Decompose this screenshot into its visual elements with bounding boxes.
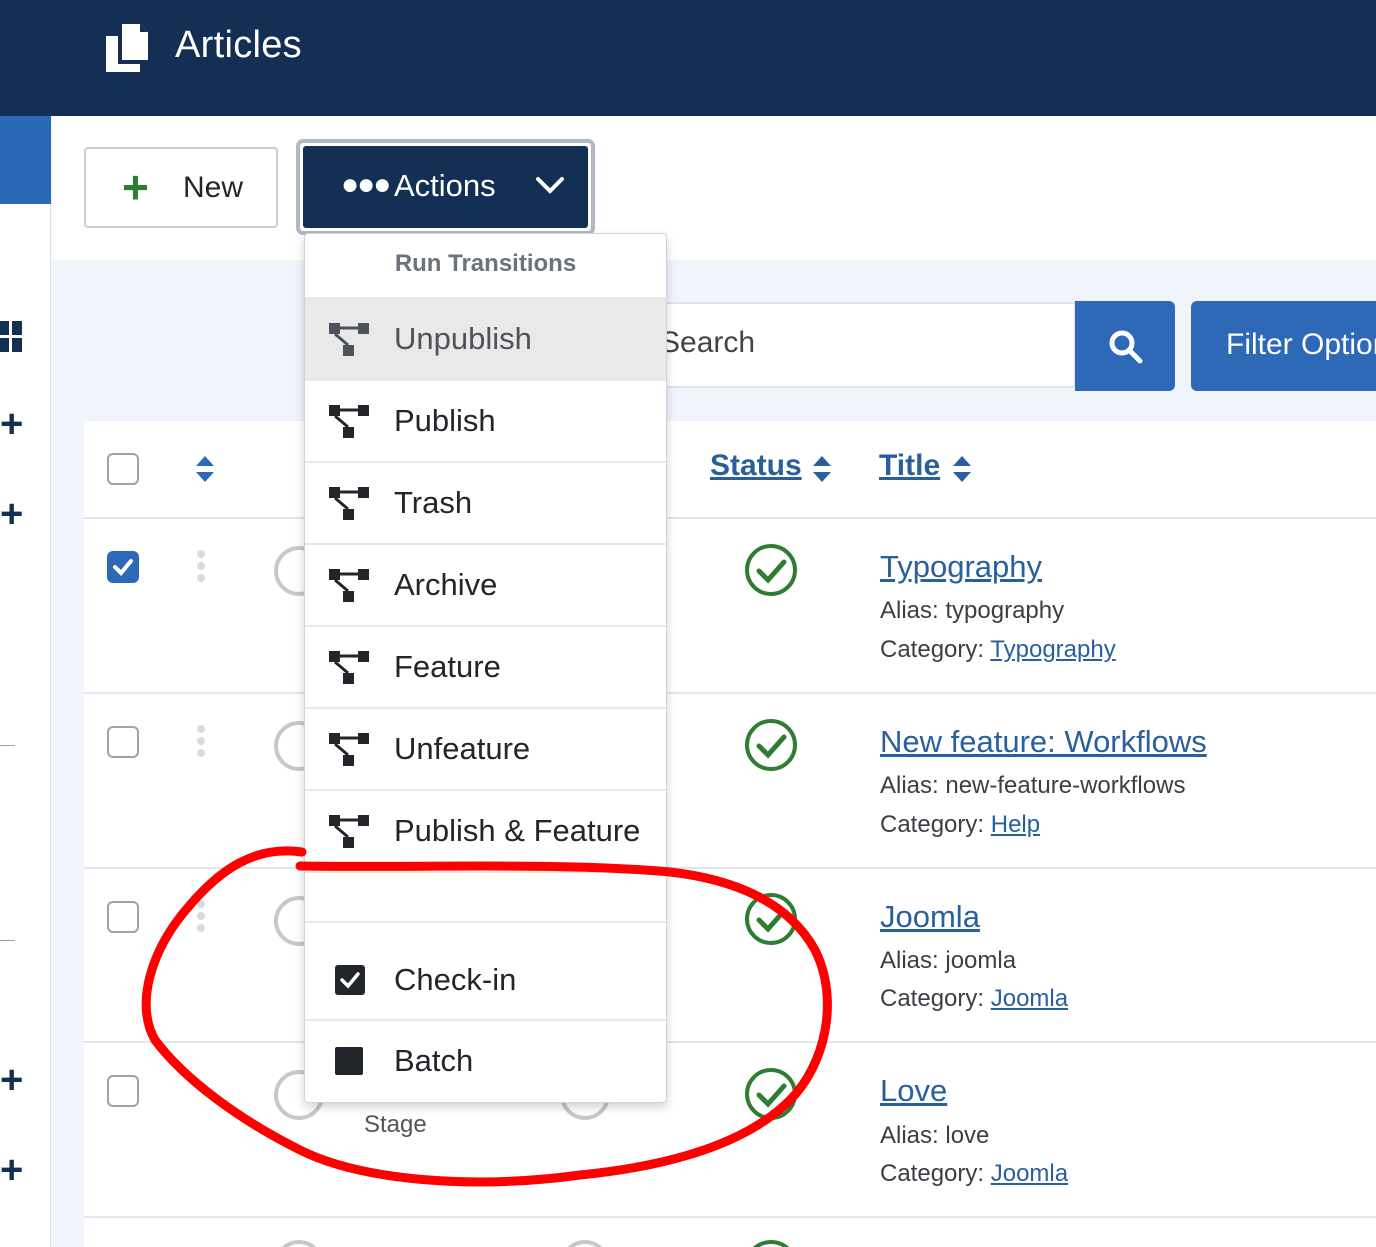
page-title: Articles <box>175 24 302 66</box>
drag-handle-icon[interactable] <box>196 725 206 757</box>
row-divider <box>84 1216 1376 1218</box>
category-link[interactable]: Joomla <box>991 1160 1068 1187</box>
check-icon <box>113 559 133 576</box>
row-divider <box>84 517 1376 519</box>
category-link[interactable]: Typography <box>990 636 1115 663</box>
article-title-link[interactable]: New feature: Workflows <box>880 724 1207 760</box>
menu-item-check-in[interactable]: Check-in <box>305 921 666 1019</box>
dropdown-header: Run Transitions <box>394 250 577 277</box>
menu-item-batch[interactable]: Batch <box>305 1019 666 1101</box>
article-category: Category: Typography <box>880 636 1116 663</box>
row-checkbox[interactable] <box>107 726 139 758</box>
title-column-header[interactable]: Title <box>879 449 940 483</box>
menu-item-publish[interactable]: Publish <box>305 379 666 461</box>
article-alias: Alias: joomla <box>880 947 1017 974</box>
actions-button[interactable]: ●●● Actions <box>303 146 588 228</box>
published-status-icon[interactable] <box>744 892 798 946</box>
row-divider <box>84 692 1376 694</box>
sort-icon[interactable] <box>953 456 971 482</box>
menu-item-empty[interactable] <box>305 871 666 921</box>
sort-icon[interactable] <box>196 456 214 482</box>
article-alias: Alias: love <box>880 1122 990 1149</box>
top-header: Articles <box>0 0 1376 116</box>
sidebar-divider <box>0 745 15 746</box>
row-divider <box>84 1041 1376 1043</box>
article-title-link[interactable]: Joomla <box>880 899 980 935</box>
transition-icon <box>329 651 369 684</box>
menu-item-publish-feature[interactable]: Publish & Feature <box>305 789 666 871</box>
article-alias: Alias: typography <box>880 597 1065 624</box>
row-checkbox[interactable] <box>107 1075 139 1107</box>
plus-icon[interactable]: + <box>0 1150 23 1190</box>
plus-icon: + <box>122 161 149 213</box>
article-title-link[interactable]: Love <box>880 1073 947 1109</box>
plus-icon[interactable]: + <box>0 404 23 444</box>
square-icon <box>335 1047 363 1075</box>
copy-icon <box>106 24 148 72</box>
search-icon <box>1109 330 1143 364</box>
dashboard-icon[interactable] <box>0 321 24 353</box>
drag-handle-icon[interactable] <box>196 550 206 582</box>
new-button-label: New <box>183 171 244 204</box>
category-link[interactable]: Help <box>991 811 1040 838</box>
article-category: Category: Help <box>880 811 1041 838</box>
transition-icon <box>329 815 369 848</box>
new-button[interactable]: + New <box>84 147 278 228</box>
stage-label: Stage <box>364 1111 427 1138</box>
select-all-checkbox[interactable] <box>107 453 139 485</box>
menu-item-unpublish[interactable]: Unpublish <box>305 297 666 379</box>
chevron-down-icon <box>536 177 564 194</box>
plus-icon[interactable]: + <box>0 1060 23 1100</box>
search-button[interactable] <box>1075 301 1175 391</box>
search-input[interactable] <box>660 326 1060 360</box>
article-title-link[interactable]: Typography <box>880 549 1042 585</box>
actions-button-label: Actions <box>394 168 496 203</box>
category-link[interactable]: Joomla <box>991 985 1068 1012</box>
article-category: Category: Joomla <box>880 1160 1069 1187</box>
plus-icon[interactable]: + <box>0 494 23 534</box>
transition-icon <box>329 733 369 766</box>
filter-options-button[interactable]: Filter Options <box>1191 301 1376 391</box>
articles-table <box>84 421 1376 1247</box>
sidebar-active-item[interactable] <box>0 116 51 204</box>
transition-icon <box>329 569 369 602</box>
sort-icon[interactable] <box>813 456 831 482</box>
transition-icon <box>329 323 369 356</box>
filter-options-label: Filter Options <box>1226 328 1376 361</box>
menu-item-unfeature[interactable]: Unfeature <box>305 707 666 789</box>
row-divider <box>84 867 1376 869</box>
menu-item-archive[interactable]: Archive <box>305 543 666 625</box>
menu-item-feature[interactable]: Feature <box>305 625 666 707</box>
published-status-icon[interactable] <box>744 1067 798 1121</box>
row-checkbox[interactable] <box>107 551 139 583</box>
transition-icon <box>329 487 369 520</box>
check-square-icon <box>335 965 365 995</box>
row-checkbox[interactable] <box>107 901 139 933</box>
published-status-icon[interactable] <box>744 543 798 597</box>
sidebar-divider <box>0 940 15 941</box>
published-status-icon[interactable] <box>744 718 798 772</box>
ellipsis-icon: ●●● <box>341 168 391 201</box>
article-alias: Alias: new-feature-workflows <box>880 772 1186 799</box>
search-field[interactable] <box>640 302 1076 388</box>
transition-icon <box>329 405 369 438</box>
status-column-header[interactable]: Status <box>710 449 802 483</box>
menu-item-trash[interactable]: Trash <box>305 461 666 543</box>
article-category: Category: Joomla <box>880 985 1069 1012</box>
drag-handle-icon[interactable] <box>196 900 206 932</box>
